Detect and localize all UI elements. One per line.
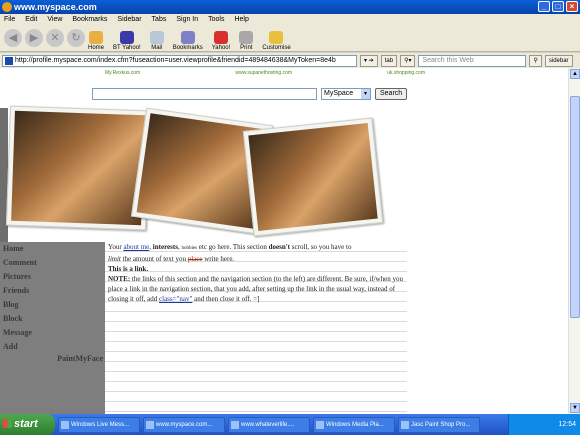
myspace-search-input[interactable] [92,88,317,100]
nav-block-link[interactable]: Block [3,314,23,323]
page-viewport: My.Rexkus.com www.supanethosting.com uk.… [0,68,580,414]
interests-text: interests [152,243,178,251]
start-button[interactable]: start [0,414,55,435]
menu-tabs[interactable]: Tabs [152,14,167,26]
menu-edit[interactable]: Edit [25,14,37,26]
bt-yahoo-icon [119,31,134,44]
forward-icon[interactable]: ▶ [25,29,43,47]
nav-home-link[interactable]: Home [3,244,23,253]
nav-blog-link[interactable]: Blog [3,300,19,309]
task-myspace[interactable]: www.myspace.com... [143,416,225,433]
myspace-search-select[interactable]: MySpace ▾ [321,88,371,100]
toolbar-home-button[interactable]: Home [88,31,104,51]
menu-bookmarks[interactable]: Bookmarks [72,14,107,26]
back-icon[interactable]: ◀ [4,29,22,47]
task-paint-shop-pro[interactable]: Jasc Paint Shop Pro... [398,416,480,433]
about-me-text: Your about me, interests, hobbies etc go… [108,243,403,303]
clock: 12:54 [558,421,576,428]
toolbar-print-button[interactable]: Print [239,31,254,51]
reload-icon[interactable]: ↻ [67,29,85,47]
myspace-search: MySpace ▾ Search [92,88,408,100]
stop-icon[interactable]: ✕ [46,29,64,47]
menu-tools[interactable]: Tools [208,14,224,26]
ad-link-1[interactable]: My.Rexkus.com [105,70,140,76]
menu-bar: File Edit View Bookmarks Sidebar Tabs Si… [0,14,580,26]
profile-photo-1 [5,105,151,231]
toolbar-customise-button[interactable]: Customise [262,31,291,51]
nav-message-link[interactable]: Message [3,328,32,337]
hobbies-text: hobbies [181,246,198,251]
scroll-thumb[interactable] [570,96,580,318]
about-me-section: Your about me, interests, hobbies etc go… [105,242,407,414]
class-nav-code: class="nav" [159,295,193,303]
sample-link[interactable]: This is a link. [108,265,148,273]
nav-friends-link[interactable]: Friends [3,286,29,295]
yahoo-icon [214,31,229,44]
browser-icon [2,2,12,12]
window-title-bar: www.myspace.com _ □ × [0,0,580,14]
chevron-down-icon: ▾ [361,89,370,99]
window-title: www.myspace.com [14,2,97,12]
ad-link-3[interactable]: uk.shopping.com [387,70,425,76]
favicon-icon [5,56,13,65]
ad-links: My.Rexkus.com www.supanethosting.com uk.… [105,70,425,76]
scroll-down-icon[interactable]: ▼ [570,403,580,413]
about-me-link[interactable]: about me [123,243,149,251]
web-search-go-button[interactable]: ⚲ [529,54,542,67]
minimize-button[interactable]: _ [538,1,550,12]
close-button[interactable]: × [566,1,578,12]
nav-comment-link[interactable]: Comment [3,258,37,267]
nav-pictures-link[interactable]: Pictures [3,272,31,281]
task-windows-live-messenger[interactable]: Windows Live Mess... [58,416,140,433]
menu-sidebar[interactable]: Sidebar [117,14,141,26]
nav-footer-credit: PaintMyFace [57,354,103,363]
toolbar: ◀ ▶ ✕ ↻ Home BT Yahoo! Mail Bookmarks Ya… [0,26,580,52]
sidebar-button[interactable]: sidebar [544,54,573,67]
maximize-button[interactable]: □ [552,1,564,12]
customise-icon [269,31,284,44]
toolbar-bt-yahoo-button[interactable]: BT Yahoo! [113,31,141,51]
taskbar: start Windows Live Mess... www.myspace.c… [0,414,580,435]
tab-button[interactable]: tab [380,54,398,67]
task-whateverlife[interactable]: www.whateverlife.... [228,416,310,433]
scroll-up-icon[interactable]: ▲ [570,69,580,79]
page-scrollbar[interactable]: ▲ ▼ [568,68,580,414]
home-icon [89,31,103,44]
toolbar-yahoo-button[interactable]: Yahoo! [212,31,230,51]
toolbar-bookmarks-button[interactable]: Bookmarks [173,31,203,51]
address-bar: http://profile.myspace.com/index.cfm?fus… [0,53,580,68]
menu-file[interactable]: File [4,14,15,26]
ad-link-2[interactable]: www.supanethosting.com [235,70,292,76]
menu-help[interactable]: Help [234,14,248,26]
web-search-input[interactable]: Search this Web [418,54,527,67]
mail-icon [149,31,164,44]
task-windows-media-player[interactable]: Windows Media Pla... [313,416,395,433]
system-tray: 12:54 [508,414,580,435]
toolbar-mail-button[interactable]: Mail [149,31,164,51]
go-dropdown-button[interactable]: ▾ ➔ [360,54,378,67]
menu-sign-in[interactable]: Sign In [176,14,198,26]
menu-view[interactable]: View [47,14,62,26]
profile-nav: Home Comment Pictures Friends Blog Block… [0,242,105,414]
myspace-search-button[interactable]: Search [375,88,408,100]
nav-add-link[interactable]: Add [3,342,18,351]
print-icon [239,31,254,44]
profile-photo-3 [242,117,384,237]
search-engine-button[interactable]: ⚲▾ [400,54,416,67]
bookmarks-icon [180,31,195,44]
url-field[interactable]: http://profile.myspace.com/index.cfm?fus… [2,54,357,67]
